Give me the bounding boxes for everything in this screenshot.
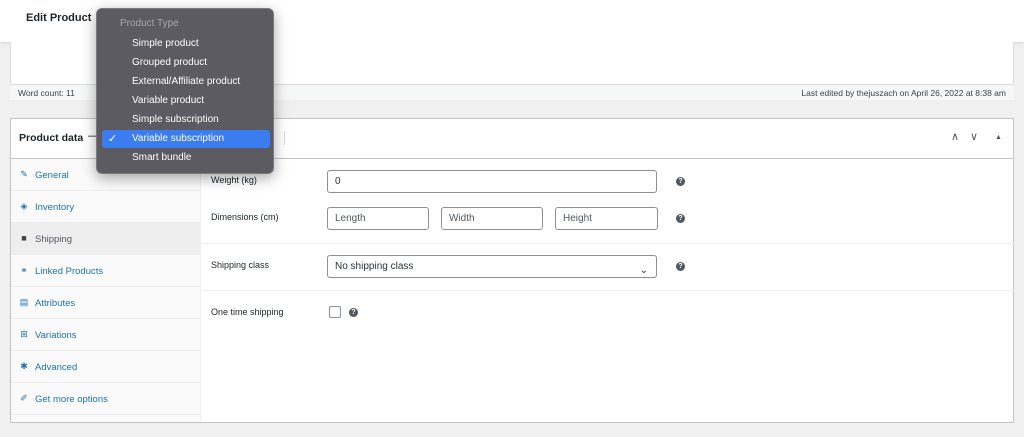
- height-placeholder: Height: [563, 213, 592, 224]
- page-title: Edit Product: [26, 12, 92, 24]
- collapse-toggle-icon[interactable]: ▲: [995, 134, 1002, 141]
- shipping-fields: Weight (kg) 0 ? Dimensions (cm) Length W…: [202, 159, 1014, 422]
- option-label: External/Affiliate product: [132, 76, 241, 87]
- tab-attributes[interactable]: ▤ Attributes: [11, 287, 200, 319]
- product-data-tabs: ✎ General ◈ Inventory ■ Shipping ⚭ Linke…: [11, 159, 201, 422]
- chevron-down-icon: ⌄: [639, 265, 648, 276]
- width-placeholder: Width: [449, 213, 475, 224]
- shipping-class-value: No shipping class: [335, 261, 414, 272]
- shipping-class-label: Shipping class: [211, 260, 270, 270]
- section-divider: [202, 290, 1014, 291]
- weight-value: 0: [335, 176, 341, 187]
- word-count: Word count: 11: [18, 88, 75, 98]
- dropdown-header: Product Type: [120, 18, 179, 29]
- tab-label: Shipping: [35, 234, 72, 245]
- one-time-shipping-checkbox[interactable]: [329, 306, 341, 318]
- option-simple-product[interactable]: Simple product: [102, 35, 270, 53]
- tab-label: General: [35, 170, 69, 181]
- option-label: Grouped product: [132, 57, 208, 68]
- product-type-dropdown: Product Type Simple product Grouped prod…: [96, 8, 274, 174]
- option-smart-bundle[interactable]: Smart bundle: [102, 149, 270, 167]
- tab-inventory[interactable]: ◈ Inventory: [11, 191, 200, 223]
- dimensions-help-icon[interactable]: ?: [676, 214, 685, 223]
- product-data-label: Product data: [19, 132, 84, 144]
- option-label: Simple product: [132, 38, 199, 49]
- weight-label: Weight (kg): [211, 175, 257, 185]
- checkmark-icon: ✓: [108, 133, 118, 145]
- tab-label: Advanced: [35, 362, 78, 373]
- weight-input[interactable]: 0: [327, 170, 657, 193]
- length-placeholder: Length: [335, 213, 366, 224]
- last-edited: Last edited by thejuszach on April 26, 2…: [801, 88, 1006, 98]
- length-input[interactable]: Length: [327, 207, 429, 230]
- option-simple-subscription[interactable]: Simple subscription: [102, 111, 270, 129]
- header-separator: [284, 131, 285, 145]
- height-input[interactable]: Height: [555, 207, 658, 230]
- section-divider: [202, 243, 1014, 244]
- one-time-shipping-label: One time shipping: [211, 307, 284, 317]
- tab-shipping[interactable]: ■ Shipping: [11, 223, 200, 255]
- gear-icon: ✱: [20, 361, 28, 371]
- option-variable-subscription[interactable]: ✓ Variable subscription: [102, 130, 270, 148]
- wrench-icon: ✎: [20, 169, 28, 179]
- option-variable-product[interactable]: Variable product: [102, 92, 270, 110]
- option-grouped-product[interactable]: Grouped product: [102, 54, 270, 72]
- plugin-icon: ✐: [20, 393, 28, 403]
- weight-help-icon[interactable]: ?: [676, 177, 685, 186]
- tab-label: Variations: [35, 330, 77, 341]
- tag-icon: ◈: [20, 201, 28, 211]
- tab-linked-products[interactable]: ⚭ Linked Products: [11, 255, 200, 287]
- shipping-class-help-icon[interactable]: ?: [676, 262, 685, 271]
- move-up-icon[interactable]: ∧: [951, 130, 959, 143]
- tab-label: Get more options: [35, 394, 108, 405]
- tab-variations[interactable]: ⊞ Variations: [11, 319, 200, 351]
- list-icon: ▤: [19, 297, 29, 307]
- tab-advanced[interactable]: ✱ Advanced: [11, 351, 200, 383]
- link-icon: ⚭: [20, 265, 28, 275]
- grid-icon: ⊞: [20, 329, 28, 339]
- shipping-class-select[interactable]: No shipping class ⌄: [327, 255, 657, 278]
- dimensions-label: Dimensions (cm): [211, 212, 279, 222]
- option-label: Variable product: [132, 95, 205, 106]
- tab-label: Inventory: [35, 202, 75, 213]
- tab-label: Attributes: [35, 298, 76, 309]
- option-label: Simple subscription: [132, 114, 219, 125]
- one-time-shipping-help-icon[interactable]: ?: [349, 308, 358, 317]
- option-label: Variable subscription: [132, 133, 225, 144]
- tab-get-more-options[interactable]: ✐ Get more options: [11, 383, 200, 415]
- move-down-icon[interactable]: ∨: [970, 130, 978, 143]
- option-external-affiliate-product[interactable]: External/Affiliate product: [102, 73, 270, 91]
- truck-icon: ■: [21, 233, 27, 243]
- width-input[interactable]: Width: [441, 207, 543, 230]
- tab-label: Linked Products: [35, 266, 104, 277]
- option-label: Smart bundle: [132, 152, 192, 163]
